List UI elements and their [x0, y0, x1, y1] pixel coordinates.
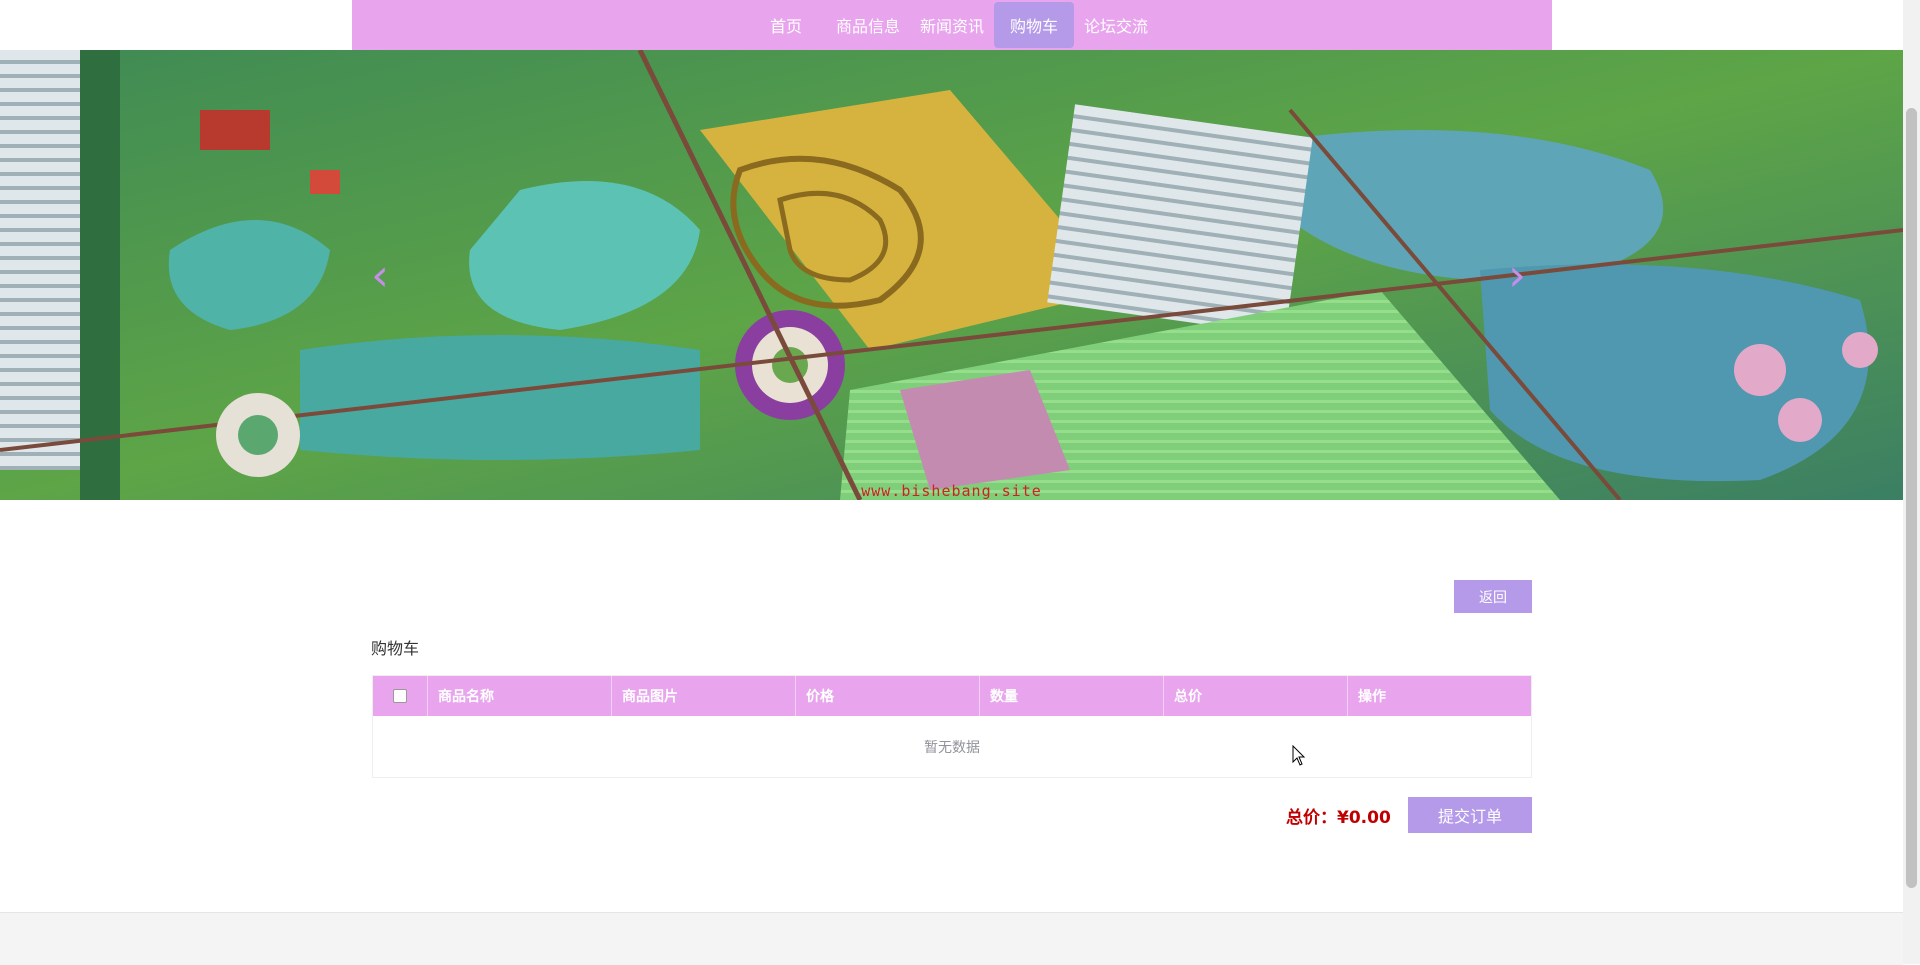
nav-item-products[interactable]: 商品信息: [826, 0, 910, 50]
total-price: 总价：¥0.00: [1286, 803, 1391, 828]
col-header-image: 商品图片: [611, 676, 795, 716]
col-header-price: 价格: [795, 676, 979, 716]
nav-item-cart[interactable]: 购物车: [993, 2, 1074, 48]
nav-item-news[interactable]: 新闻资讯: [910, 0, 994, 50]
table-header: 商品名称 商品图片 价格 数量 总价 操作: [373, 676, 1531, 716]
col-header-actions: 操作: [1347, 676, 1531, 716]
top-nav: 首页 商品信息 新闻资讯 购物车 论坛交流: [352, 0, 1552, 50]
mouse-cursor-icon: [1292, 745, 1306, 766]
select-all-checkbox[interactable]: [393, 689, 407, 703]
nav-item-home[interactable]: 首页: [746, 0, 826, 50]
page-scrollbar[interactable]: [1903, 0, 1920, 964]
col-header-total: 总价: [1163, 676, 1347, 716]
empty-state: 暂无数据: [924, 739, 980, 756]
total-label: 总价：: [1286, 808, 1337, 828]
banner-image: [0, 50, 1903, 500]
chevron-left-icon[interactable]: ‹: [365, 250, 395, 301]
submit-order-button[interactable]: 提交订单: [1408, 797, 1532, 833]
banner-carousel: ‹ › www.bishebang.site: [0, 50, 1903, 500]
watermark-text: www.bishebang.site: [861, 482, 1042, 500]
back-button[interactable]: 返回: [1454, 580, 1532, 613]
footer: [0, 912, 1903, 965]
cart-table: 商品名称 商品图片 价格 数量 总价 操作 暂无数据: [372, 675, 1532, 778]
chevron-right-icon[interactable]: ›: [1502, 250, 1532, 301]
col-header-name: 商品名称: [427, 676, 611, 716]
select-all-cell: [373, 676, 427, 716]
page-title: 购物车: [371, 639, 420, 658]
scrollbar-thumb[interactable]: [1906, 108, 1917, 888]
col-header-quantity: 数量: [979, 676, 1163, 716]
total-value: ¥0.00: [1337, 808, 1391, 828]
nav-item-forum[interactable]: 论坛交流: [1074, 0, 1158, 50]
